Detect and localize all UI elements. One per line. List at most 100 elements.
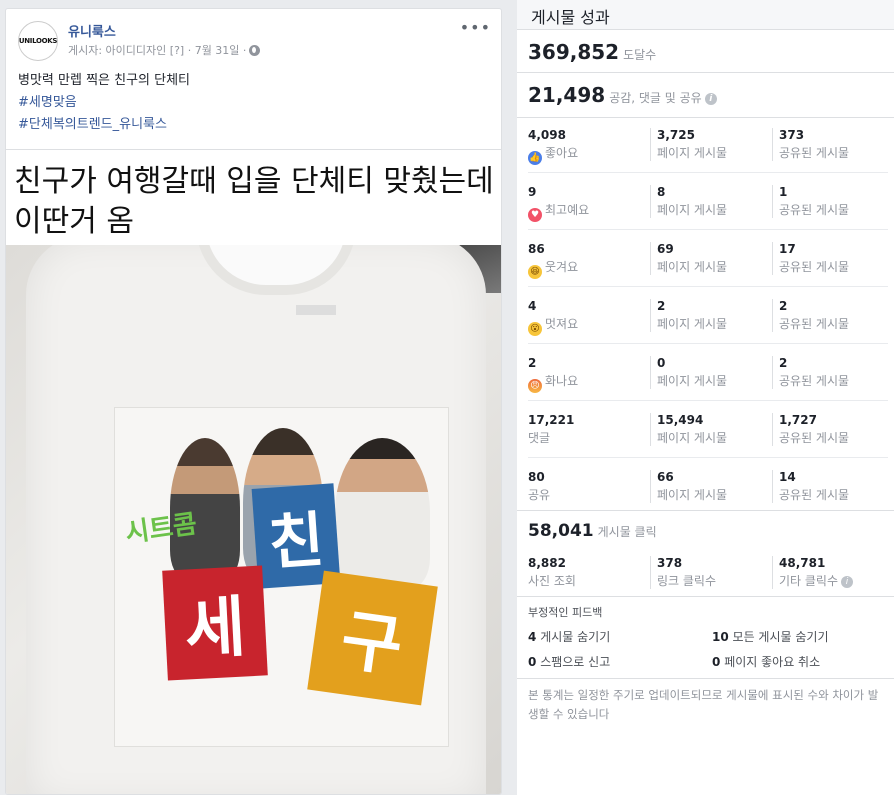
stat-number: 4 [528, 299, 537, 313]
divider [517, 72, 894, 73]
stat-number: 80 [528, 470, 545, 484]
stat-label: 😮 멋져요 [528, 315, 648, 336]
hashtag-link[interactable]: #단체복의트렌드_유니룩스 [18, 115, 190, 137]
stat-number: 86 [528, 242, 545, 256]
post-text-line: 병맛력 만렙 찍은 친구의 단체티 [18, 73, 191, 88]
negative-feedback-label: 페이지 좋아요 취소 [724, 655, 821, 669]
engagement-stat: 21,498 공감, 댓글 및 공유 i [528, 83, 717, 107]
avatar-logo-text: UNILOOKS [18, 37, 58, 45]
stat-cell: 8,882 사진 조회 [528, 556, 648, 589]
stat-number: 14 [779, 470, 796, 484]
row-divider [528, 400, 888, 401]
stat-label: 페이지 게시물 [657, 431, 728, 445]
globe-icon [249, 45, 261, 56]
person-figure [335, 438, 430, 588]
negative-feedback-item: 0 스팸으로 신고 [528, 653, 610, 670]
screen: UNILOOKS 유니룩스 게시자: 아이디디자인 [?] · 7월 31일 ·… [0, 0, 894, 795]
negative-feedback-title: 부정적인 피드백 [528, 606, 603, 619]
stat-label-text: 멋져요 [545, 317, 579, 331]
panel-title: 게시물 성과 [531, 8, 610, 27]
stat-label-text: 기타 클릭수 [779, 574, 839, 588]
divider [517, 117, 894, 118]
stat-cell: 8 페이지 게시물 [650, 185, 770, 218]
stat-number: 66 [657, 470, 674, 484]
stats-note: 본 통계는 일정한 주기로 업데이트되므로 게시물에 표시된 수와 차이가 발생… [528, 688, 879, 721]
wow-icon: 😮 [528, 322, 542, 336]
stat-label-text: 웃겨요 [545, 260, 579, 274]
stat-label: 페이지 게시물 [657, 203, 728, 217]
print-yellow-block: 구 [307, 570, 438, 706]
reach-stat: 369,852 도달수 [528, 40, 656, 64]
stat-cell: 14 공유된 게시물 [772, 470, 892, 503]
negative-feedback-label: 게시물 숨기기 [540, 630, 611, 644]
stat-cell: 15,494 페이지 게시물 [650, 413, 770, 446]
stat-number: 1 [779, 185, 788, 199]
stat-label: 페이지 게시물 [657, 374, 728, 388]
stat-label: 😠 화나요 [528, 372, 648, 393]
stat-label: 사진 조회 [528, 574, 576, 588]
more-options-icon[interactable]: ••• [460, 20, 491, 36]
stat-label: 페이지 게시물 [657, 317, 728, 331]
negative-feedback-number: 0 [528, 655, 537, 669]
stat-label: 댓글 [528, 431, 551, 445]
post-photo[interactable]: 시트콤 친 세 구 [6, 245, 501, 794]
row-divider [528, 172, 888, 173]
stat-number: 8 [657, 185, 666, 199]
stat-label: ♥ 최고예요 [528, 201, 648, 222]
stat-number: 378 [657, 556, 683, 570]
stat-cell: 2 페이지 게시물 [650, 299, 770, 332]
stat-cell: 4 😮 멋져요 [528, 299, 648, 336]
stat-number: 2 [779, 299, 788, 313]
image-headline: 친구가 여행갈때 입을 단체티 맞췄는데 이딴거 옴 [14, 164, 494, 239]
post-insights-panel: 게시물 성과 369,852 도달수 21,498 공감, 댓글 및 공유 i 4,0… [517, 0, 894, 795]
stat-label: 링크 클릭수 [657, 574, 717, 588]
avatar[interactable]: UNILOOKS [18, 21, 58, 61]
tshirt-label [296, 305, 336, 315]
row-divider [528, 286, 888, 287]
stat-label-text: 최고예요 [545, 203, 590, 217]
stat-number: 1,727 [779, 413, 817, 427]
post-meta-text: 게시자: 아이디디자인 [?] · 7월 31일 · [68, 44, 247, 57]
haha-icon: 😆 [528, 265, 542, 279]
stat-cell: 69 페이지 게시물 [650, 242, 770, 275]
clicks-value: 58,041 [528, 521, 594, 541]
divider [517, 596, 894, 597]
stat-number: 2 [657, 299, 666, 313]
negative-feedback-number: 10 [712, 630, 729, 644]
stat-label-text: 화나요 [545, 374, 579, 388]
stat-label: 👍 좋아요 [528, 144, 648, 165]
stat-cell: 373 공유된 게시물 [772, 128, 892, 161]
stat-label: 기타 클릭수 i [779, 572, 892, 589]
info-icon[interactable]: i [841, 576, 854, 588]
negative-feedback-label: 모든 게시물 숨기기 [732, 630, 829, 644]
post-header: UNILOOKS 유니룩스 게시자: 아이디디자인 [?] · 7월 31일 ·… [6, 9, 501, 69]
stat-cell: 1,727 공유된 게시물 [772, 413, 892, 446]
tshirt: 시트콤 친 세 구 [26, 245, 486, 794]
tshirt-collar [196, 245, 356, 295]
hashtag-link[interactable]: #세명맞음 [18, 93, 190, 115]
stat-label: 공유된 게시물 [779, 203, 850, 217]
reach-value: 369,852 [528, 40, 620, 64]
engagement-label: 공감, 댓글 및 공유 [609, 91, 702, 105]
post-card: UNILOOKS 유니룩스 게시자: 아이디디자인 [?] · 7월 31일 ·… [5, 8, 502, 795]
divider [517, 678, 894, 679]
row-divider [528, 457, 888, 458]
page-name-link[interactable]: 유니룩스 [68, 21, 116, 40]
clicks-label: 게시물 클릭 [597, 525, 657, 539]
stat-number: 9 [528, 185, 537, 199]
love-icon: ♥ [528, 208, 542, 222]
stat-label: 공유된 게시물 [779, 146, 850, 160]
stat-cell: 2 😠 화나요 [528, 356, 648, 393]
stat-number: 3,725 [657, 128, 695, 142]
stat-cell: 17,221 댓글 [528, 413, 648, 446]
reach-label: 도달수 [623, 48, 657, 62]
stat-cell: 80 공유 [528, 470, 648, 503]
stat-label-text: 좋아요 [545, 146, 579, 160]
stat-number: 4,098 [528, 128, 566, 142]
stat-number: 8,882 [528, 556, 566, 570]
info-icon[interactable]: i [704, 93, 717, 105]
stat-cell: 66 페이지 게시물 [650, 470, 770, 503]
stat-cell: 3,725 페이지 게시물 [650, 128, 770, 161]
engagement-value: 21,498 [528, 83, 606, 107]
stat-number: 0 [657, 356, 666, 370]
